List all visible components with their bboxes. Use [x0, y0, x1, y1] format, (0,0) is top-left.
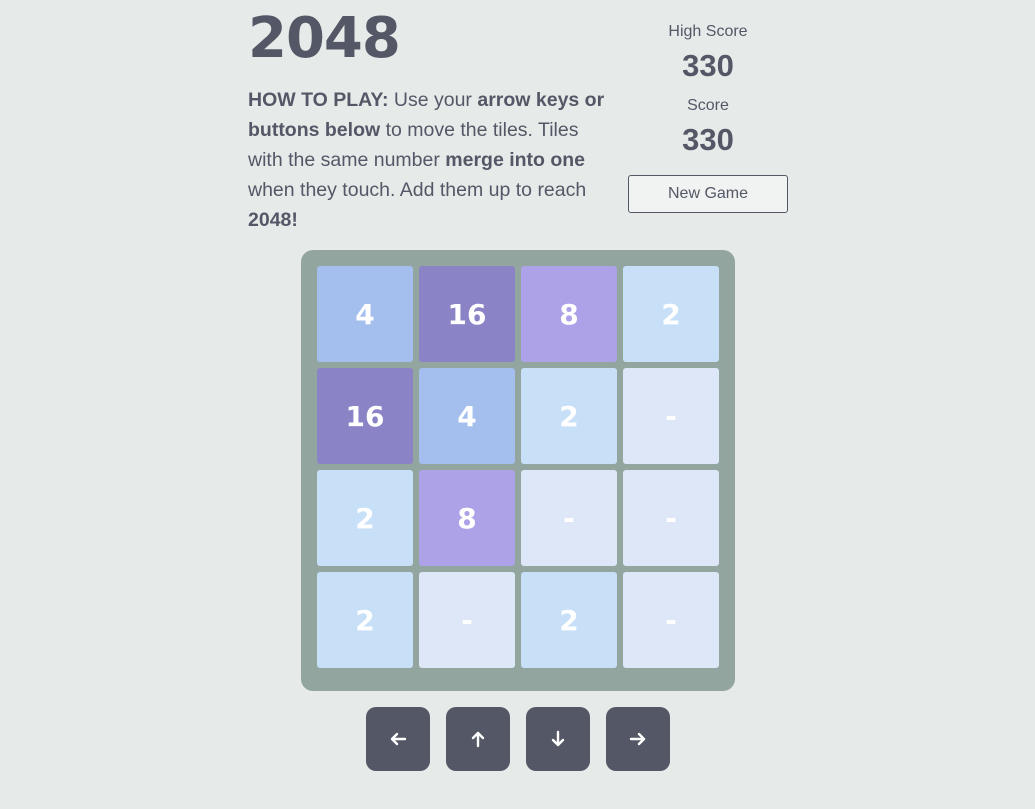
tile: -	[623, 572, 719, 668]
tile: -	[521, 470, 617, 566]
score-label: Score	[687, 97, 729, 114]
tile: 2	[317, 470, 413, 566]
tile: 2	[521, 368, 617, 464]
tile: 8	[419, 470, 515, 566]
score-panel: High Score 330 Score 330	[628, 18, 788, 166]
high-score-value: 330	[682, 48, 734, 83]
high-score-label: High Score	[668, 23, 748, 40]
down-arrow-button[interactable]	[526, 707, 590, 771]
arrow-left-icon	[390, 732, 407, 746]
how-to-play-heading: HOW TO PLAY:	[248, 89, 389, 111]
new-game-button[interactable]: New Game	[628, 175, 788, 213]
game-title: 2048	[248, 6, 401, 71]
game-board: 4 16 8 2 16 4 2-2 8- -2-2-	[301, 250, 735, 691]
tile: 2	[317, 572, 413, 668]
arrow-down-icon	[551, 730, 565, 747]
tile: 2	[623, 266, 719, 362]
arrow-controls	[366, 707, 670, 771]
how-to-play-text: HOW TO PLAY: Use your arrow keys or butt…	[248, 89, 605, 231]
tile: 4	[317, 266, 413, 362]
up-arrow-button[interactable]	[446, 707, 510, 771]
tile: 16	[419, 266, 515, 362]
left-arrow-button[interactable]	[366, 707, 430, 771]
arrow-right-icon	[629, 732, 646, 746]
tile: -	[623, 368, 719, 464]
tile: -	[419, 572, 515, 668]
right-arrow-button[interactable]	[606, 707, 670, 771]
tile: 16	[317, 368, 413, 464]
tile: 4	[419, 368, 515, 464]
score-value: 330	[682, 122, 734, 157]
arrow-up-icon	[471, 731, 485, 748]
tile: 8	[521, 266, 617, 362]
tile: 2	[521, 572, 617, 668]
tile: -	[623, 470, 719, 566]
